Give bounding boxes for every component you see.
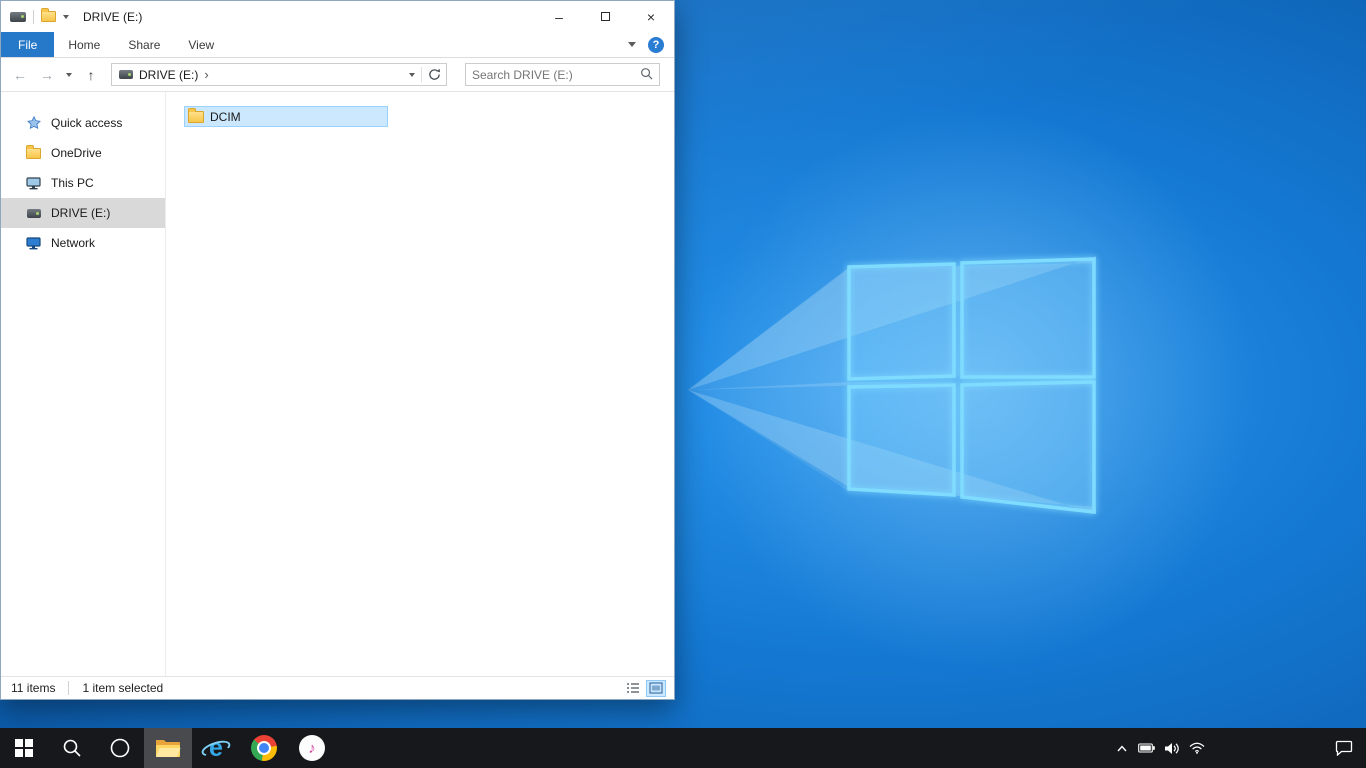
taskbar-chrome-button[interactable] <box>240 728 288 768</box>
tray-spacer <box>1209 728 1321 768</box>
sidebar-item-onedrive[interactable]: OneDrive <box>1 138 165 168</box>
search-box[interactable] <box>465 63 660 86</box>
sidebar-item-quick-access[interactable]: Quick access <box>1 108 165 138</box>
system-tray <box>1109 728 1366 768</box>
cortana-icon <box>110 738 130 758</box>
ribbon-tab-bar: File Home Share View ? <box>1 32 674 58</box>
toolbar-separator <box>33 9 34 24</box>
sidebar-item-drive-e[interactable]: DRIVE (E:) <box>1 198 165 228</box>
action-center-icon[interactable] <box>1321 728 1366 768</box>
taskbar-itunes-button[interactable]: ♪ <box>288 728 336 768</box>
taskbar-search-button[interactable] <box>48 728 96 768</box>
file-item-dcim[interactable]: DCIM <box>184 106 388 127</box>
taskbar-file-explorer-button[interactable] <box>144 728 192 768</box>
navigation-bar: ← → ↑ DRIVE (E:) › <box>1 58 674 92</box>
file-explorer-icon <box>156 740 181 757</box>
up-button[interactable]: ↑ <box>80 67 102 83</box>
hidden-icons-chevron[interactable] <box>1109 728 1134 768</box>
tab-file[interactable]: File <box>1 32 55 57</box>
maximize-button[interactable] <box>582 1 628 32</box>
file-list-area[interactable]: DCIM <box>166 92 674 676</box>
sidebar-item-label: OneDrive <box>51 146 102 160</box>
help-button[interactable]: ? <box>648 36 664 53</box>
tab-share[interactable]: Share <box>114 32 174 57</box>
address-divider <box>421 67 422 82</box>
sidebar-item-this-pc[interactable]: This PC <box>1 168 165 198</box>
file-item-label: DCIM <box>210 109 241 124</box>
internet-explorer-icon: e <box>199 734 233 762</box>
forward-button[interactable]: → <box>36 67 58 83</box>
tab-view[interactable]: View <box>174 32 228 57</box>
status-separator <box>68 681 70 695</box>
quick-access-chevron-icon[interactable] <box>63 14 69 19</box>
search-icon <box>63 739 81 757</box>
address-bar[interactable]: DRIVE (E:) › <box>111 63 447 86</box>
search-input[interactable] <box>472 67 640 82</box>
folder-icon <box>25 144 42 159</box>
taskbar: e ♪ <box>0 728 1366 768</box>
sidebar-item-network[interactable]: Network <box>1 228 165 258</box>
volume-icon[interactable] <box>1159 728 1184 768</box>
star-icon <box>25 116 42 130</box>
navigation-pane: Quick access OneDrive This PC DRIVE (E:)… <box>1 92 166 676</box>
sidebar-item-label: This PC <box>51 176 94 190</box>
network-icon <box>25 236 42 250</box>
window-controls: – × <box>536 1 674 32</box>
recent-locations-chevron-icon[interactable] <box>63 72 75 77</box>
refresh-icon[interactable] <box>428 68 441 81</box>
cortana-button[interactable] <box>96 728 144 768</box>
selection-count: 1 item selected <box>82 681 164 695</box>
status-bar: 11 items 1 item selected <box>1 676 674 699</box>
chevron-down-icon <box>66 72 72 77</box>
close-button[interactable]: × <box>628 1 674 32</box>
monitor-icon <box>25 176 42 190</box>
drive-icon <box>119 70 133 79</box>
sidebar-item-label: Quick access <box>51 116 123 130</box>
window-title: DRIVE (E:) <box>83 9 143 24</box>
folder-icon <box>188 107 204 123</box>
windows-logo <box>847 257 1096 514</box>
battery-icon[interactable] <box>1134 728 1159 768</box>
network-wifi-icon[interactable] <box>1184 728 1209 768</box>
items-count: 11 items <box>11 681 56 695</box>
chrome-icon <box>251 735 277 761</box>
quick-access-toolbar <box>1 8 69 24</box>
start-button[interactable] <box>0 728 48 768</box>
title-bar[interactable]: DRIVE (E:) – × <box>1 1 674 32</box>
maximize-icon <box>600 12 610 21</box>
minimize-button[interactable]: – <box>536 1 582 32</box>
drive-icon <box>25 208 42 218</box>
sidebar-item-label: DRIVE (E:) <box>51 206 111 220</box>
itunes-icon: ♪ <box>299 735 325 761</box>
breadcrumb-item[interactable]: DRIVE (E:) <box>139 68 198 82</box>
taskbar-internet-explorer-button[interactable]: e <box>192 728 240 768</box>
desktop: DRIVE (E:) – × File Home Share View ? ← … <box>0 0 1366 768</box>
back-button[interactable]: ← <box>9 67 31 83</box>
ribbon-expand-icon[interactable] <box>628 42 636 47</box>
address-dropdown-icon[interactable] <box>409 72 415 77</box>
windows-logo-icon <box>15 739 33 757</box>
search-icon[interactable] <box>640 67 653 83</box>
large-icons-view-button[interactable] <box>646 679 666 697</box>
details-view-button[interactable] <box>623 680 643 697</box>
file-explorer-window: DRIVE (E:) – × File Home Share View ? ← … <box>0 0 675 700</box>
sidebar-item-label: Network <box>51 236 96 250</box>
folder-icon[interactable] <box>41 8 56 22</box>
tab-home[interactable]: Home <box>54 32 114 57</box>
breadcrumb-separator[interactable]: › <box>204 67 208 82</box>
drive-icon <box>10 11 26 22</box>
